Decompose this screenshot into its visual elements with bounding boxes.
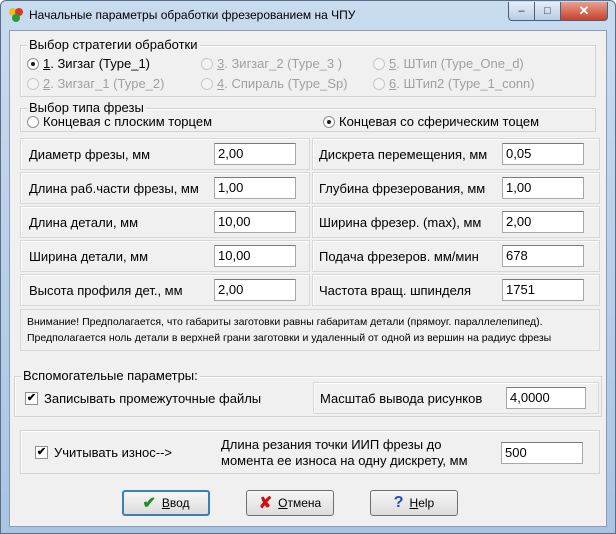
param-panel-cutter-diameter: Диаметр фрезы, мм 2,00 [20,138,310,170]
part-width-input[interactable]: 10,00 [214,245,296,267]
wear-length-input[interactable]: 500 [501,442,583,464]
profile-height-input[interactable]: 2,00 [214,279,296,301]
feed-rate-label: Подача фрезеров. мм/мин [319,249,479,264]
minimize-button[interactable]: – [508,2,535,21]
profile-height-label: Высота профиля дет., мм [29,283,183,298]
strategy-option-3[interactable]: 3. Зигзаг_2 (Type_3 ) [201,56,342,71]
window-title: Начальные параметры обработки фрезерован… [29,8,356,22]
radio-icon [201,57,213,70]
part-width-label: Ширина детали, мм [29,249,149,264]
scale-input[interactable]: 4,0000 [506,387,586,409]
cutter-type-legend: Выбор типа фрезы [27,100,146,115]
working-length-label: Длина раб.части фрезы, мм [29,181,199,196]
checkmark-icon: ✔ [142,495,156,512]
radio-icon [373,77,385,90]
app-icon [9,8,23,22]
radio-icon [323,115,335,128]
strategy-option-2[interactable]: 2. Зигзаг_1 (Type_2) [27,76,164,91]
scale-label: Масштаб вывода рисунков [320,391,483,406]
radio-icon [373,57,385,70]
maximize-button[interactable]: □ [534,2,561,21]
write-files-checkbox[interactable]: ✔ Записывать промежуточные файлы [25,391,261,406]
warning-note-line-1: Внимание! Предполагается, что габариты з… [27,316,543,328]
feed-rate-input[interactable]: 678 [502,245,584,267]
aux-params-group: Вспомогательые параметры: ✔ Записывать п… [14,368,602,417]
wear-checkbox[interactable]: ✔ Учитывать износ--> [35,445,172,460]
check-icon: ✔ [25,392,38,405]
strategy-legend: Выбор стратегии обработки [27,37,200,52]
cutter-flat-radio[interactable]: Концевая с плоским торцем [27,114,212,129]
param-panel-profile-height: Высота профиля дет., мм 2,00 [20,274,310,306]
help-button[interactable]: ? Нelp [370,490,458,516]
param-panel-part-width: Ширина детали, мм 10,00 [20,240,310,272]
dialog-client-area: Выбор стратегии обработки 1. Зигзаг (Typ… [9,30,607,527]
cutter-diameter-input[interactable]: 2,00 [214,143,296,165]
close-button[interactable]: ✕ [560,2,608,21]
strategy-option-4[interactable]: 4. Спираль (Type_Sp) [201,76,348,91]
milling-width-input[interactable]: 2,00 [502,211,584,233]
param-panel-milling-depth: Глубина фрезерования, мм 1,00 [312,172,600,204]
cutter-type-group: Выбор типа фрезы Концевая с плоским торц… [20,100,596,132]
step-input[interactable]: 0,05 [502,143,584,165]
warning-note-line-2: Предполагается ноль детали в верхней гра… [27,332,552,344]
param-panel-working-length: Длина раб.части фрезы, мм 1,00 [20,172,310,204]
working-length-input[interactable]: 1,00 [214,177,296,199]
scale-panel: Масштаб вывода рисунков 4,0000 [313,382,599,414]
strategy-option-6[interactable]: 6. ШТип2 (Type_1_conn) [373,76,535,91]
milling-width-label: Ширина фрезер. (max), мм [319,215,482,230]
spindle-speed-input[interactable]: 1751 [502,279,584,301]
aux-params-legend: Вспомогательые параметры: [21,368,200,383]
title-bar[interactable]: Начальные параметры обработки фрезерован… [1,1,615,29]
param-panel-step: Дискрета перемещения, мм 0,05 [312,138,600,170]
strategy-option-5[interactable]: 5. ШТип (Type_One_d) [373,56,524,71]
milling-depth-input[interactable]: 1,00 [502,177,584,199]
part-length-input[interactable]: 10,00 [214,211,296,233]
cancel-button[interactable]: ✘ Отмена [246,490,334,516]
strategy-option-1[interactable]: 1. Зигзаг (Type_1) [27,56,150,71]
spindle-speed-label: Частота вращ. шпинделя [319,283,472,298]
wear-group: ✔ Учитывать износ--> Длина резания точки… [20,430,600,474]
cutter-spherical-radio[interactable]: Концевая со сферическим тоцем [323,114,539,129]
radio-icon [201,77,213,90]
radio-icon [27,77,39,90]
param-panel-milling-width: Ширина фрезер. (max), мм 2,00 [312,206,600,238]
warning-note: Внимание! Предполагается, что габариты з… [20,309,600,351]
param-panel-spindle-speed: Частота вращ. шпинделя 1751 [312,274,600,306]
radio-icon [27,115,39,128]
part-length-label: Длина детали, мм [29,215,139,230]
cross-icon: ✘ [258,495,273,512]
help-icon: ? [393,494,404,511]
wear-length-label: Длина резания точки ИИП фрезы до момента… [221,437,468,468]
milling-depth-label: Глубина фрезерования, мм [319,181,486,196]
param-panel-part-length: Длина детали, мм 10,00 [20,206,310,238]
radio-icon [27,57,39,70]
ok-button[interactable]: ✔ Ввод [122,490,210,516]
param-panel-feed-rate: Подача фрезеров. мм/мин 678 [312,240,600,272]
dialog-window: Начальные параметры обработки фрезерован… [0,0,616,534]
strategy-group: Выбор стратегии обработки 1. Зигзаг (Typ… [20,37,596,97]
cutter-diameter-label: Диаметр фрезы, мм [29,147,151,162]
check-icon: ✔ [35,446,48,459]
step-label: Дискрета перемещения, мм [319,147,488,162]
